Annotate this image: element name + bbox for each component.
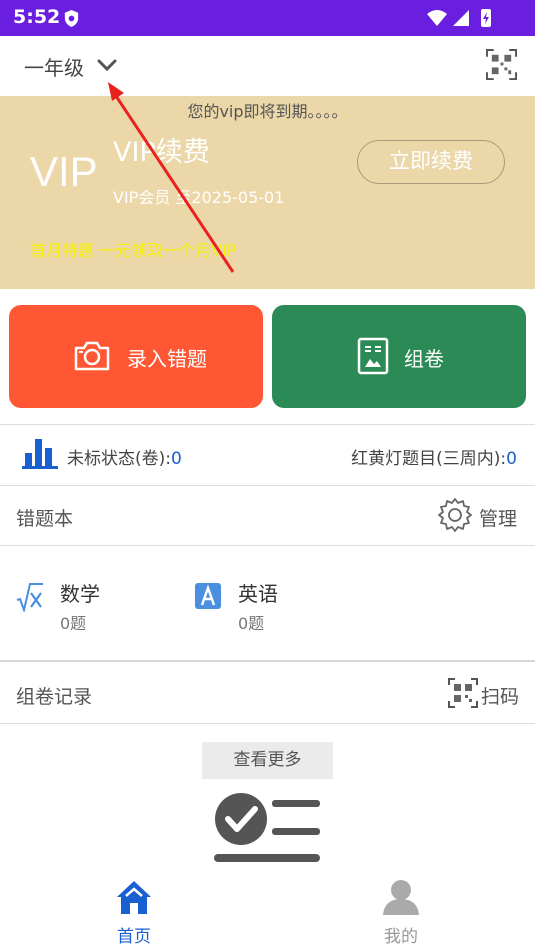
record-mistake-button[interactable]: 录入错题 <box>9 305 263 408</box>
vip-banner[interactable]: 您的vip即将到期。。。。 VIP VIP续费 VIP会员 至2025-05-0… <box>0 96 535 289</box>
shield-icon <box>64 9 79 28</box>
status-bar: 5:52 <box>0 0 535 36</box>
renew-button[interactable]: 立即续费 <box>357 140 505 184</box>
vip-logo: VIP <box>30 148 98 195</box>
view-more-button[interactable]: 查看更多 <box>202 742 333 779</box>
empty-list-icon <box>214 793 320 862</box>
home-icon <box>117 881 151 914</box>
camera-icon <box>74 341 110 371</box>
vip-expiry-date: VIP会员 至2025-05-01 <box>113 188 285 207</box>
tab-home-label: 首页 <box>117 927 151 947</box>
sqrt-icon <box>16 583 43 612</box>
tab-bar: 首页 我的 <box>0 870 535 951</box>
subject-name: 数学 <box>60 582 100 606</box>
grade-selector[interactable]: 一年级 <box>24 52 84 81</box>
qr-code-icon[interactable] <box>486 49 517 80</box>
unmarked-papers-stat[interactable]: 未标状态(卷):0 <box>67 444 182 469</box>
tab-mine[interactable]: 我的 <box>341 870 461 951</box>
traffic-label: 红黄灯题目(三周内): <box>351 449 507 469</box>
divider <box>0 485 535 486</box>
wifi-icon <box>427 10 447 26</box>
subject-count: 0题 <box>60 614 87 633</box>
traffic-value: 0 <box>506 449 517 469</box>
unmarked-value: 0 <box>171 449 182 469</box>
subject-name: 英语 <box>238 582 278 606</box>
user-icon <box>383 880 419 915</box>
divider <box>0 723 535 724</box>
action-cards: 录入错题 组卷 <box>0 290 535 422</box>
compose-paper-label: 组卷 <box>404 347 444 371</box>
promo-text[interactable]: 首月特惠 一元领取一个月VIP <box>30 237 236 261</box>
signal-icon <box>453 10 469 26</box>
vip-expiry-notice: 您的vip即将到期。。。。 <box>187 102 348 121</box>
mistake-book-title: 错题本 <box>16 508 74 530</box>
paper-icon <box>357 337 389 375</box>
top-bar: 一年级 <box>0 36 535 96</box>
scan-button[interactable]: 扫码 <box>481 682 519 709</box>
manage-button[interactable]: 管理 <box>479 504 517 531</box>
chevron-down-icon[interactable] <box>96 54 118 76</box>
traffic-light-stat[interactable]: 红黄灯题目(三周内):0 <box>351 444 517 469</box>
system-icons <box>427 9 491 27</box>
subject-count: 0题 <box>238 614 265 633</box>
unmarked-label: 未标状态(卷): <box>67 449 171 469</box>
scan-icon[interactable] <box>448 678 478 708</box>
stats-row: 未标状态(卷):0 红黄灯题目(三周内):0 <box>0 425 535 485</box>
status-time: 5:52 <box>13 6 61 28</box>
divider <box>0 660 535 662</box>
paper-records-title: 组卷记录 <box>16 686 93 708</box>
letter-a-icon <box>195 583 221 609</box>
compose-paper-button[interactable]: 组卷 <box>272 305 526 408</box>
vip-title: VIP续费 <box>113 137 210 168</box>
gear-icon[interactable] <box>437 497 473 533</box>
bar-chart-icon <box>22 439 58 469</box>
record-mistake-label: 录入错题 <box>127 347 207 371</box>
tab-mine-label: 我的 <box>384 927 418 947</box>
tab-home[interactable]: 首页 <box>74 870 194 951</box>
divider <box>0 545 535 546</box>
